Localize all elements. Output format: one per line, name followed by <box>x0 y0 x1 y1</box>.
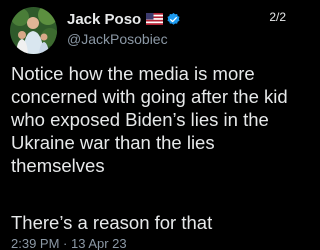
tweet-card: Jack Poso @JackPosobiec 2/2 Notice how t… <box>0 0 300 250</box>
thread-position: 2/2 <box>269 10 286 24</box>
verified-badge-icon <box>166 12 181 27</box>
tweet-closing-text: There’s a reason for that <box>11 212 213 233</box>
profile-photo-icon <box>10 7 57 54</box>
us-flag-icon <box>146 13 164 25</box>
tweet-timestamp[interactable]: 2:39 PM · 13 Apr 23 <box>11 236 127 250</box>
author-handle[interactable]: @JackPosobiec <box>67 31 168 47</box>
avatar[interactable] <box>10 7 57 54</box>
author-display-name[interactable]: Jack Poso <box>67 11 141 28</box>
author-name-line[interactable]: Jack Poso <box>67 9 181 29</box>
tweet-body-text: Notice how the media is more concerned w… <box>11 63 288 176</box>
